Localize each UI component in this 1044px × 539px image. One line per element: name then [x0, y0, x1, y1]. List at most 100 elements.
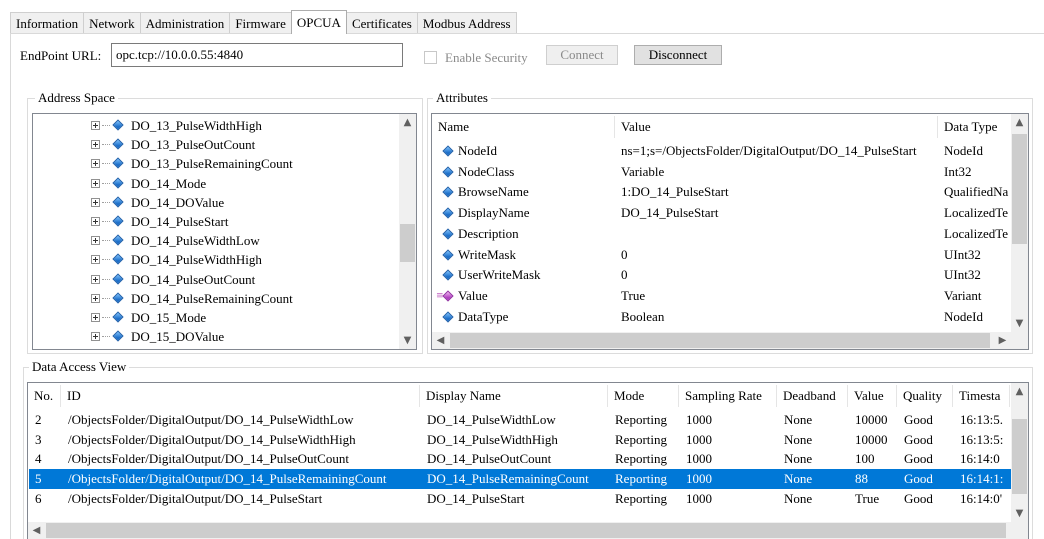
tree-item[interactable]: DO_13_PulseWidthHigh: [33, 116, 399, 135]
tab-information[interactable]: Information: [10, 12, 85, 34]
column-header[interactable]: Quality: [897, 385, 953, 407]
tab-administration[interactable]: Administration: [139, 12, 231, 34]
tree-item[interactable]: DO_14_PulseRemainingCount: [33, 289, 399, 308]
tree-item[interactable]: DO_13_PulseRemainingCount: [33, 154, 399, 173]
attribute-name: NodeClass: [458, 163, 515, 179]
tree-item[interactable]: DO_14_PulseWidthHigh: [33, 250, 399, 269]
column-header[interactable]: Name: [432, 116, 615, 138]
scroll-right-arrow-icon[interactable]: ▶: [994, 332, 1011, 349]
column-header[interactable]: Value: [848, 385, 897, 407]
property-icon: [442, 269, 454, 281]
attribute-row[interactable]: UserWriteMask 0 UInt32: [432, 265, 1012, 285]
attribute-row[interactable]: Description LocalizedTe: [432, 224, 1012, 244]
table-row[interactable]: 3/ObjectsFolder/DigitalOutput/DO_14_Puls…: [29, 430, 1011, 450]
scroll-up-arrow-icon[interactable]: ▲: [399, 114, 416, 131]
expand-plus-icon[interactable]: [91, 274, 100, 284]
expand-plus-icon[interactable]: [91, 236, 100, 246]
scroll-thumb[interactable]: [46, 523, 1006, 538]
scroll-thumb[interactable]: [450, 333, 990, 348]
address-space-vscrollbar[interactable]: ▲ ▼: [399, 114, 416, 349]
attribute-name: Value: [458, 287, 488, 303]
scroll-up-arrow-icon[interactable]: ▲: [1011, 114, 1028, 131]
scroll-down-arrow-icon[interactable]: ▼: [399, 332, 416, 349]
cell-no: 4: [35, 451, 42, 467]
tab-opcua[interactable]: OPCUA: [290, 10, 347, 34]
column-header[interactable]: Value: [615, 116, 938, 138]
column-header[interactable]: Sampling Rate: [679, 385, 777, 407]
scroll-thumb[interactable]: [1012, 134, 1027, 244]
expand-plus-icon[interactable]: [91, 313, 100, 322]
attribute-row[interactable]: NodeClass Variable Int32: [432, 162, 1012, 182]
scroll-thumb[interactable]: [1012, 419, 1027, 494]
attribute-datatype: Int32: [944, 163, 972, 179]
expand-plus-icon[interactable]: [91, 159, 100, 169]
scroll-thumb[interactable]: [400, 224, 415, 262]
tree-item[interactable]: DO_14_PulseOutCount: [33, 270, 399, 289]
expand-plus-icon[interactable]: [91, 293, 100, 303]
data-access-vscrollbar[interactable]: ▲ ▼: [1011, 383, 1028, 522]
endpoint-url-input[interactable]: opc.tcp://10.0.0.55:4840: [111, 43, 403, 67]
attribute-row[interactable]: BrowseName 1:DO_14_PulseStart QualifiedNa: [432, 182, 1012, 202]
attribute-value: 0: [621, 246, 628, 262]
column-header[interactable]: No.: [28, 385, 61, 407]
column-header[interactable]: Data Type: [938, 116, 1018, 138]
scroll-down-arrow-icon[interactable]: ▼: [1011, 315, 1028, 332]
cell-ts: 16:14:0': [960, 490, 1003, 506]
scroll-down-arrow-icon[interactable]: ▼: [1011, 505, 1028, 522]
column-header[interactable]: Display Name: [420, 385, 608, 407]
attribute-row[interactable]: DataType Boolean NodeId: [432, 307, 1012, 327]
attribute-row[interactable]: ≡ Value True Variant: [432, 286, 1012, 306]
scroll-up-arrow-icon[interactable]: ▲: [1011, 383, 1028, 400]
tab-certificates[interactable]: Certificates: [345, 12, 418, 34]
scroll-left-arrow-icon[interactable]: ◀: [28, 522, 45, 539]
expand-plus-icon[interactable]: [91, 121, 100, 130]
expand-plus-icon[interactable]: [91, 255, 100, 265]
column-header[interactable]: Mode: [608, 385, 679, 407]
cell-display: DO_14_PulseStart: [427, 490, 525, 506]
tab-firmware[interactable]: Firmware: [229, 12, 292, 34]
connect-button[interactable]: Connect: [546, 45, 618, 65]
cell-quality: Good: [904, 412, 933, 427]
column-header[interactable]: ID: [61, 385, 420, 407]
tree-item[interactable]: DO_13_PulseOutCount: [33, 135, 399, 154]
tree-item[interactable]: DO_14_PulseStart: [33, 212, 399, 231]
table-row-selected[interactable]: 5/ObjectsFolder/DigitalOutput/DO_14_Puls…: [29, 469, 1011, 490]
tree-item[interactable]: DO_14_DOValue: [33, 193, 399, 212]
data-access-list[interactable]: No. ID Display Name Mode Sampling Rate Deadba…: [27, 382, 1029, 539]
column-header[interactable]: Deadband: [777, 385, 848, 407]
expand-plus-icon[interactable]: [91, 332, 100, 342]
tree-item[interactable]: DO_14_PulseWidthLow: [33, 231, 399, 250]
tree-item[interactable]: DO_14_Mode: [33, 174, 399, 193]
address-space-tree[interactable]: DO_13_PulseWidthHigh DO_13_PulseOutCount D…: [32, 113, 417, 350]
tree-item[interactable]: DO_15_DOValue: [33, 327, 399, 346]
tree-item[interactable]: DO_15_Mode: [33, 308, 399, 327]
tree-connector: [102, 163, 110, 165]
tree-item-label: DO_14_PulseOutCount: [131, 271, 256, 287]
attribute-row[interactable]: WriteMask 0 UInt32: [432, 245, 1012, 265]
data-access-hscrollbar[interactable]: ◀: [28, 522, 1028, 539]
expand-plus-icon[interactable]: [91, 197, 100, 207]
cell-rate: 1000: [686, 471, 712, 487]
expand-plus-icon[interactable]: [91, 140, 100, 150]
table-row[interactable]: 4/ObjectsFolder/DigitalOutput/DO_14_Puls…: [29, 449, 1011, 469]
expand-plus-icon[interactable]: [91, 178, 100, 188]
attribute-name: DisplayName: [458, 205, 530, 221]
attribute-datatype: UInt32: [944, 246, 981, 262]
attributes-hscrollbar[interactable]: ◀ ▶: [432, 332, 1028, 349]
attribute-row[interactable]: DisplayName DO_14_PulseStart LocalizedTe: [432, 203, 1012, 223]
tab-modbus-address[interactable]: Modbus Address: [416, 12, 517, 34]
enable-security-checkbox[interactable]: [424, 51, 437, 64]
attributes-vscrollbar[interactable]: ▲ ▼: [1011, 114, 1028, 332]
table-row[interactable]: 6/ObjectsFolder/DigitalOutput/DO_14_Puls…: [29, 489, 1011, 509]
attribute-row[interactable]: NodeId ns=1;s=/ObjectsFolder/DigitalOutpu…: [432, 141, 1012, 161]
attributes-list[interactable]: Name Value Data Type NodeId ns=1;s=/Objects…: [431, 113, 1029, 350]
variable-node-icon: [112, 119, 124, 131]
table-row[interactable]: 2/ObjectsFolder/DigitalOutput/DO_14_Puls…: [29, 410, 1011, 430]
cell-display: DO_14_PulseOutCount: [427, 451, 552, 467]
tab-network[interactable]: Network: [83, 12, 141, 34]
scroll-left-arrow-icon[interactable]: ◀: [432, 332, 449, 349]
disconnect-button[interactable]: Disconnect: [634, 45, 722, 65]
variable-node-icon: [112, 215, 124, 227]
column-header[interactable]: Timesta: [953, 385, 1010, 407]
expand-plus-icon[interactable]: [91, 217, 100, 226]
